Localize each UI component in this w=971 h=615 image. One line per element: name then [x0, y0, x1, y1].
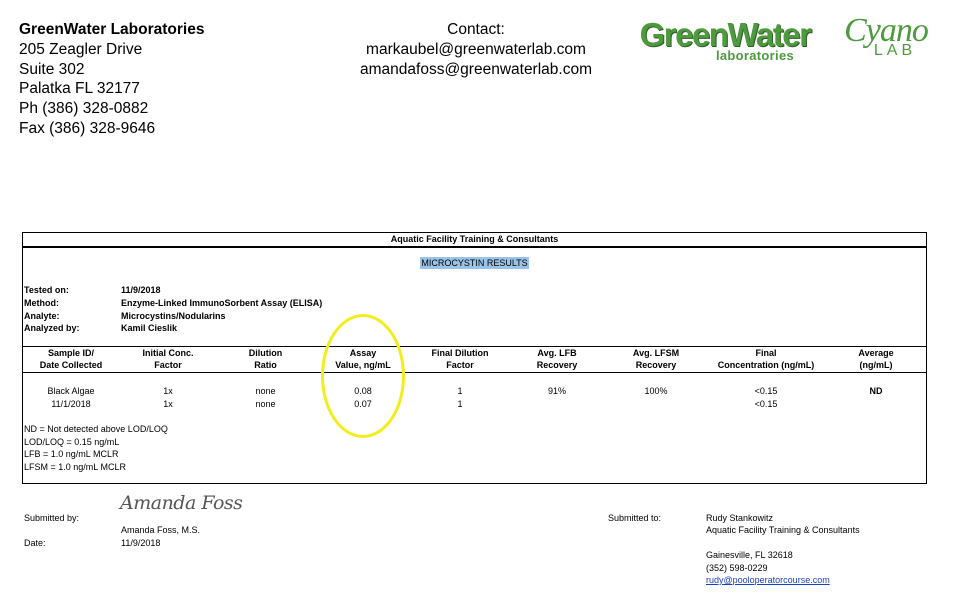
recipient-organization: Aquatic Facility Training & Consultants: [706, 525, 860, 536]
table-cell: 11/1/2018: [51, 399, 91, 409]
table-cell: [826, 398, 926, 411]
recipient-block: Rudy Stankowitz Aquatic Facility Trainin…: [706, 512, 860, 586]
note-line: LFSM = 1.0 ng/mL MCLR: [24, 461, 126, 472]
recipient-city: Gainesville, FL 32618: [706, 550, 793, 561]
info-row: Analyzed by: Kamil Cieslik: [24, 322, 322, 335]
test-info: Tested on: 11/9/2018 Method: Enzyme-Link…: [24, 284, 322, 335]
note-line: ND = Not detected above LOD/LOQ: [24, 424, 168, 434]
table-cell: ND: [869, 386, 883, 396]
greenwater-logo-text: GreenWater: [639, 16, 812, 53]
table-cell: 100%: [644, 386, 668, 396]
table-cell: Black Algae: [47, 386, 95, 396]
table-cell: 1x: [163, 386, 173, 396]
note-line: LOD/LOQ = 0.15 ng/mL: [24, 436, 120, 447]
recipient-phone: (352) 598-0229: [706, 562, 768, 573]
lab-name: GreenWater Laboratories: [19, 21, 205, 38]
submitter-name: Amanda Foss, M.S.: [121, 525, 201, 535]
info-key: Analyte:: [24, 310, 60, 321]
contact-email: amandafoss@greenwaterlab.com: [360, 60, 592, 78]
address-line: Suite 302: [19, 60, 85, 78]
info-key: Method:: [24, 297, 59, 308]
column-header: Dilution Ratio: [217, 346, 314, 373]
table-row: Black Algae 1x none 0.08 1 91% 100% <0.1…: [23, 373, 926, 399]
greenwater-logo: GreenWater laboratories: [636, 16, 814, 64]
report-title: MICROCYSTIN RESULTS: [23, 257, 926, 269]
highlight-circle: [321, 314, 405, 438]
recipient-email-link[interactable]: rudy@pooloperatorcourse.com: [706, 574, 860, 586]
submission-date: 11/9/2018: [121, 538, 161, 548]
column-header: Sample ID/Date Collected: [23, 346, 119, 373]
table-cell: <0.15: [754, 386, 778, 396]
table-cell: <0.15: [754, 399, 778, 409]
phone-line: Ph (386) 328-0882: [19, 100, 149, 118]
divider: [23, 247, 926, 248]
table-cell: none: [255, 386, 276, 396]
info-key: Analyzed by:: [24, 323, 80, 334]
column-header: Avg. LFSM Recovery: [606, 346, 706, 373]
column-header: Final Dilution Factor: [412, 346, 508, 373]
info-value: Enzyme-Linked ImmunoSorbent Assay (ELISA…: [121, 297, 323, 308]
column-header: Initial Conc. Factor: [119, 346, 217, 373]
date-label: Date:: [24, 538, 46, 548]
submitted-to-label: Submitted to:: [608, 513, 662, 523]
recipient-street-partial: …: [706, 541, 715, 550]
column-header: Avg. LFB Recovery: [508, 346, 606, 373]
table-cell: 1: [457, 399, 463, 409]
table-cell: none: [255, 399, 276, 409]
column-header: Average (ng/mL): [826, 346, 926, 373]
recipient-name: Rudy Stankowitz: [706, 513, 774, 523]
info-row: Analyte: Microcystins/Nodularins: [24, 310, 322, 323]
cyanolab-logo: Cyano LAB: [836, 14, 936, 60]
address-line: Palatka FL 32177: [19, 80, 140, 98]
client-name: Aquatic Facility Training & Consultants: [23, 233, 926, 247]
lab-address-block: GreenWater Laboratories 205 Zeagler Driv…: [19, 20, 204, 139]
table-cell: [606, 398, 706, 411]
contact-label: Contact:: [447, 21, 505, 38]
table-row: 11/1/2018 1x none 0.07 1 <0.15: [23, 398, 926, 411]
submitted-by-label: Submitted by:: [24, 513, 80, 523]
info-key: Tested on:: [24, 285, 69, 295]
info-value: Microcystins/Nodularins: [121, 310, 226, 321]
results-table: Sample ID/Date Collected Initial Conc. Fa…: [23, 346, 926, 411]
table-cell: 1: [457, 386, 463, 396]
notes-block: ND = Not detected above LOD/LOQ LOD/LOQ …: [24, 423, 168, 473]
note-line: LFB = 1.0 ng/mL MCLR: [24, 449, 119, 460]
table-cell: 91%: [547, 386, 566, 396]
info-row: Method: Enzyme-Linked ImmunoSorbent Assa…: [24, 297, 322, 310]
table-header-row: Sample ID/Date Collected Initial Conc. Fa…: [23, 346, 926, 373]
contact-block: Contact: markaubel@greenwaterlab.com ama…: [340, 20, 612, 79]
signature: Amanda Foss: [120, 492, 243, 514]
contact-email: markaubel@greenwaterlab.com: [366, 40, 586, 58]
info-value: 11/9/2018: [121, 285, 161, 295]
table-cell: 1x: [163, 399, 173, 409]
info-row: Tested on: 11/9/2018: [24, 284, 322, 297]
report-title-text: MICROCYSTIN RESULTS: [420, 257, 529, 269]
address-line: 205 Zeagler Drive: [19, 40, 143, 58]
column-header: Final Concentration (ng/mL): [706, 346, 826, 373]
fax-line: Fax (386) 328-9646: [19, 119, 156, 137]
report-box: Aquatic Facility Training & Consultants …: [22, 232, 927, 484]
table-cell: [508, 398, 606, 411]
info-value: Kamil Cieslik: [121, 323, 178, 334]
